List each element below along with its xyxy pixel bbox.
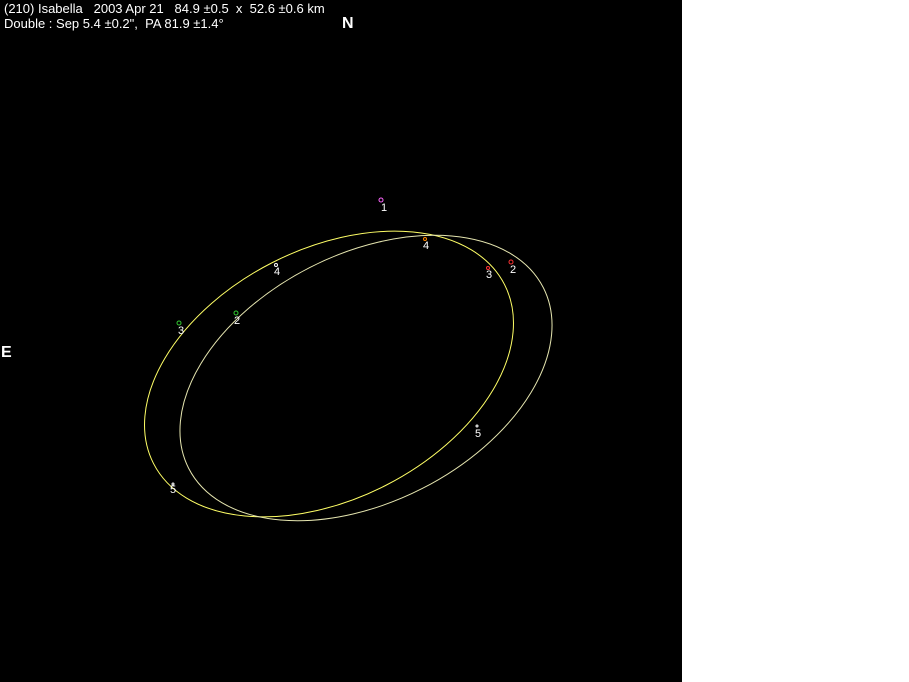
event-point [475, 424, 479, 428]
marker-label: 2 [510, 264, 516, 276]
marker-2a: 2 [508, 259, 516, 276]
marker-5a: 5 [475, 424, 481, 440]
secondary-profile-ellipse [179, 234, 553, 522]
marker-label: 3 [486, 269, 492, 281]
marker-label: 4 [274, 266, 280, 278]
asteroid-profile-diagram: 1 2 3 4 4 3 2 5 5 [144, 197, 553, 522]
marker-label: 5 [170, 484, 176, 496]
marker-4b: 4 [274, 263, 280, 278]
primary-profile-ellipse [144, 230, 514, 518]
marker-4a: 4 [423, 237, 429, 252]
marker-label: 3 [178, 325, 184, 337]
marker-5b: 5 [170, 482, 176, 496]
marker-1: 1 [378, 197, 387, 214]
marker-label: 4 [423, 240, 429, 252]
marker-3b: 3 [176, 320, 184, 337]
marker-label: 5 [475, 428, 481, 440]
marker-label: 2 [234, 315, 240, 327]
marker-3a: 3 [486, 266, 492, 281]
marker-2b: 2 [233, 310, 240, 327]
marker-label: 1 [381, 202, 387, 214]
blank-margin [682, 0, 909, 682]
